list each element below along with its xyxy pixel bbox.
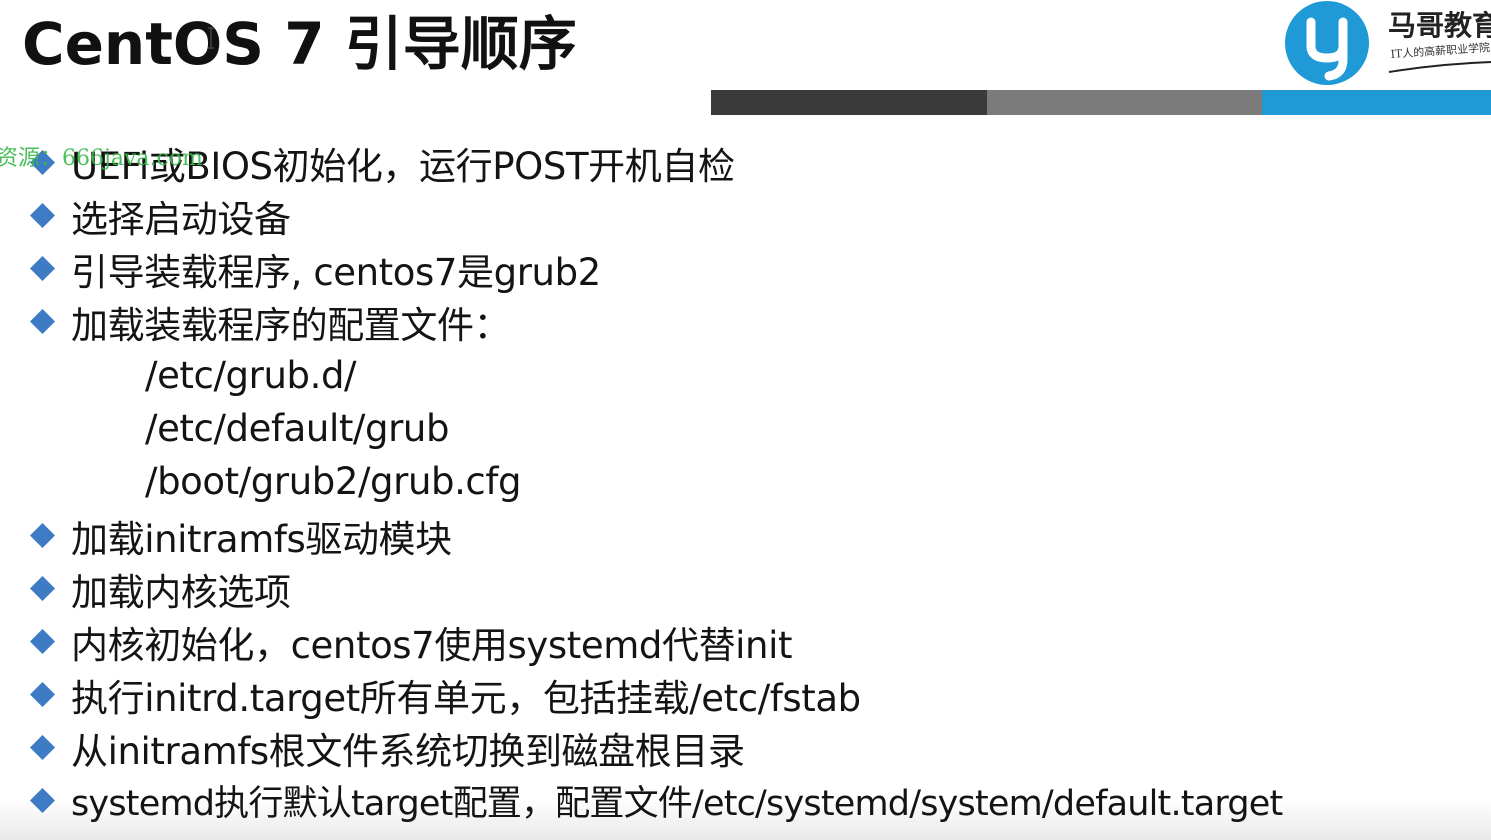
list-item-text: 加载initramfs驱动模块: [71, 517, 452, 561]
config-file-text: /boot/grub2/grub.cfg: [145, 460, 522, 503]
config-file-text: /etc/grub.d/: [145, 354, 357, 397]
diamond-bullet-icon: [30, 309, 55, 334]
diamond-bullet-icon: [30, 256, 55, 281]
list-item: 加载内核选项: [30, 562, 291, 615]
diamond-bullet-icon: [30, 682, 55, 707]
diamond-bullet-icon: [30, 523, 55, 548]
config-file-path: /boot/grub2/grub.cfg: [145, 455, 521, 508]
list-item: 内核初始化，centos7使用systemd代替init: [30, 615, 792, 668]
list-item: 加载装载程序的配置文件：: [30, 295, 511, 348]
config-file-path: /etc/default/grub: [145, 402, 449, 455]
list-item-text: 选择启动设备: [71, 197, 291, 241]
list-item: 引导装载程序, centos7是grub2: [30, 242, 601, 295]
list-item-text: 执行initrd.target所有单元，包括挂载/etc/fstab: [71, 676, 861, 720]
list-item: 加载initramfs驱动模块: [30, 509, 452, 562]
list-item-text: systemd执行默认target配置，配置文件/etc/systemd/sys…: [71, 784, 1283, 824]
bullet-list: UEFi或BIOS初始化，运行POST开机自检 选择启动设备 引导装载程序, c…: [0, 0, 1491, 840]
list-item-text: 加载装载程序的配置文件：: [71, 303, 511, 347]
diamond-bullet-icon: [30, 788, 55, 813]
list-item-text: 加载内核选项: [71, 570, 291, 614]
list-item: systemd执行默认target配置，配置文件/etc/systemd/sys…: [30, 774, 1283, 827]
diamond-bullet-icon: [30, 735, 55, 760]
list-item: 从initramfs根文件系统切换到磁盘根目录: [30, 721, 745, 774]
diamond-bullet-icon: [30, 629, 55, 654]
list-item-text: 从initramfs根文件系统切换到磁盘根目录: [71, 729, 745, 773]
list-item: 选择启动设备: [30, 189, 291, 242]
diamond-bullet-icon: [30, 203, 55, 228]
config-file-text: /etc/default/grub: [145, 407, 450, 450]
diamond-bullet-icon: [30, 576, 55, 601]
list-item-text: 内核初始化，centos7使用systemd代替init: [71, 623, 793, 667]
list-item-text: 引导装载程序, centos7是grub2: [71, 250, 601, 294]
list-item: 执行initrd.target所有单元，包括挂载/etc/fstab: [30, 668, 861, 721]
config-file-path: /etc/grub.d/: [145, 349, 356, 402]
watermark-text: 资源：666java.com: [0, 146, 203, 171]
slide: CentOS 7 引导顺序 马哥教育 IT人的高薪职业学院 UEFi或BIOS初…: [0, 0, 1491, 840]
